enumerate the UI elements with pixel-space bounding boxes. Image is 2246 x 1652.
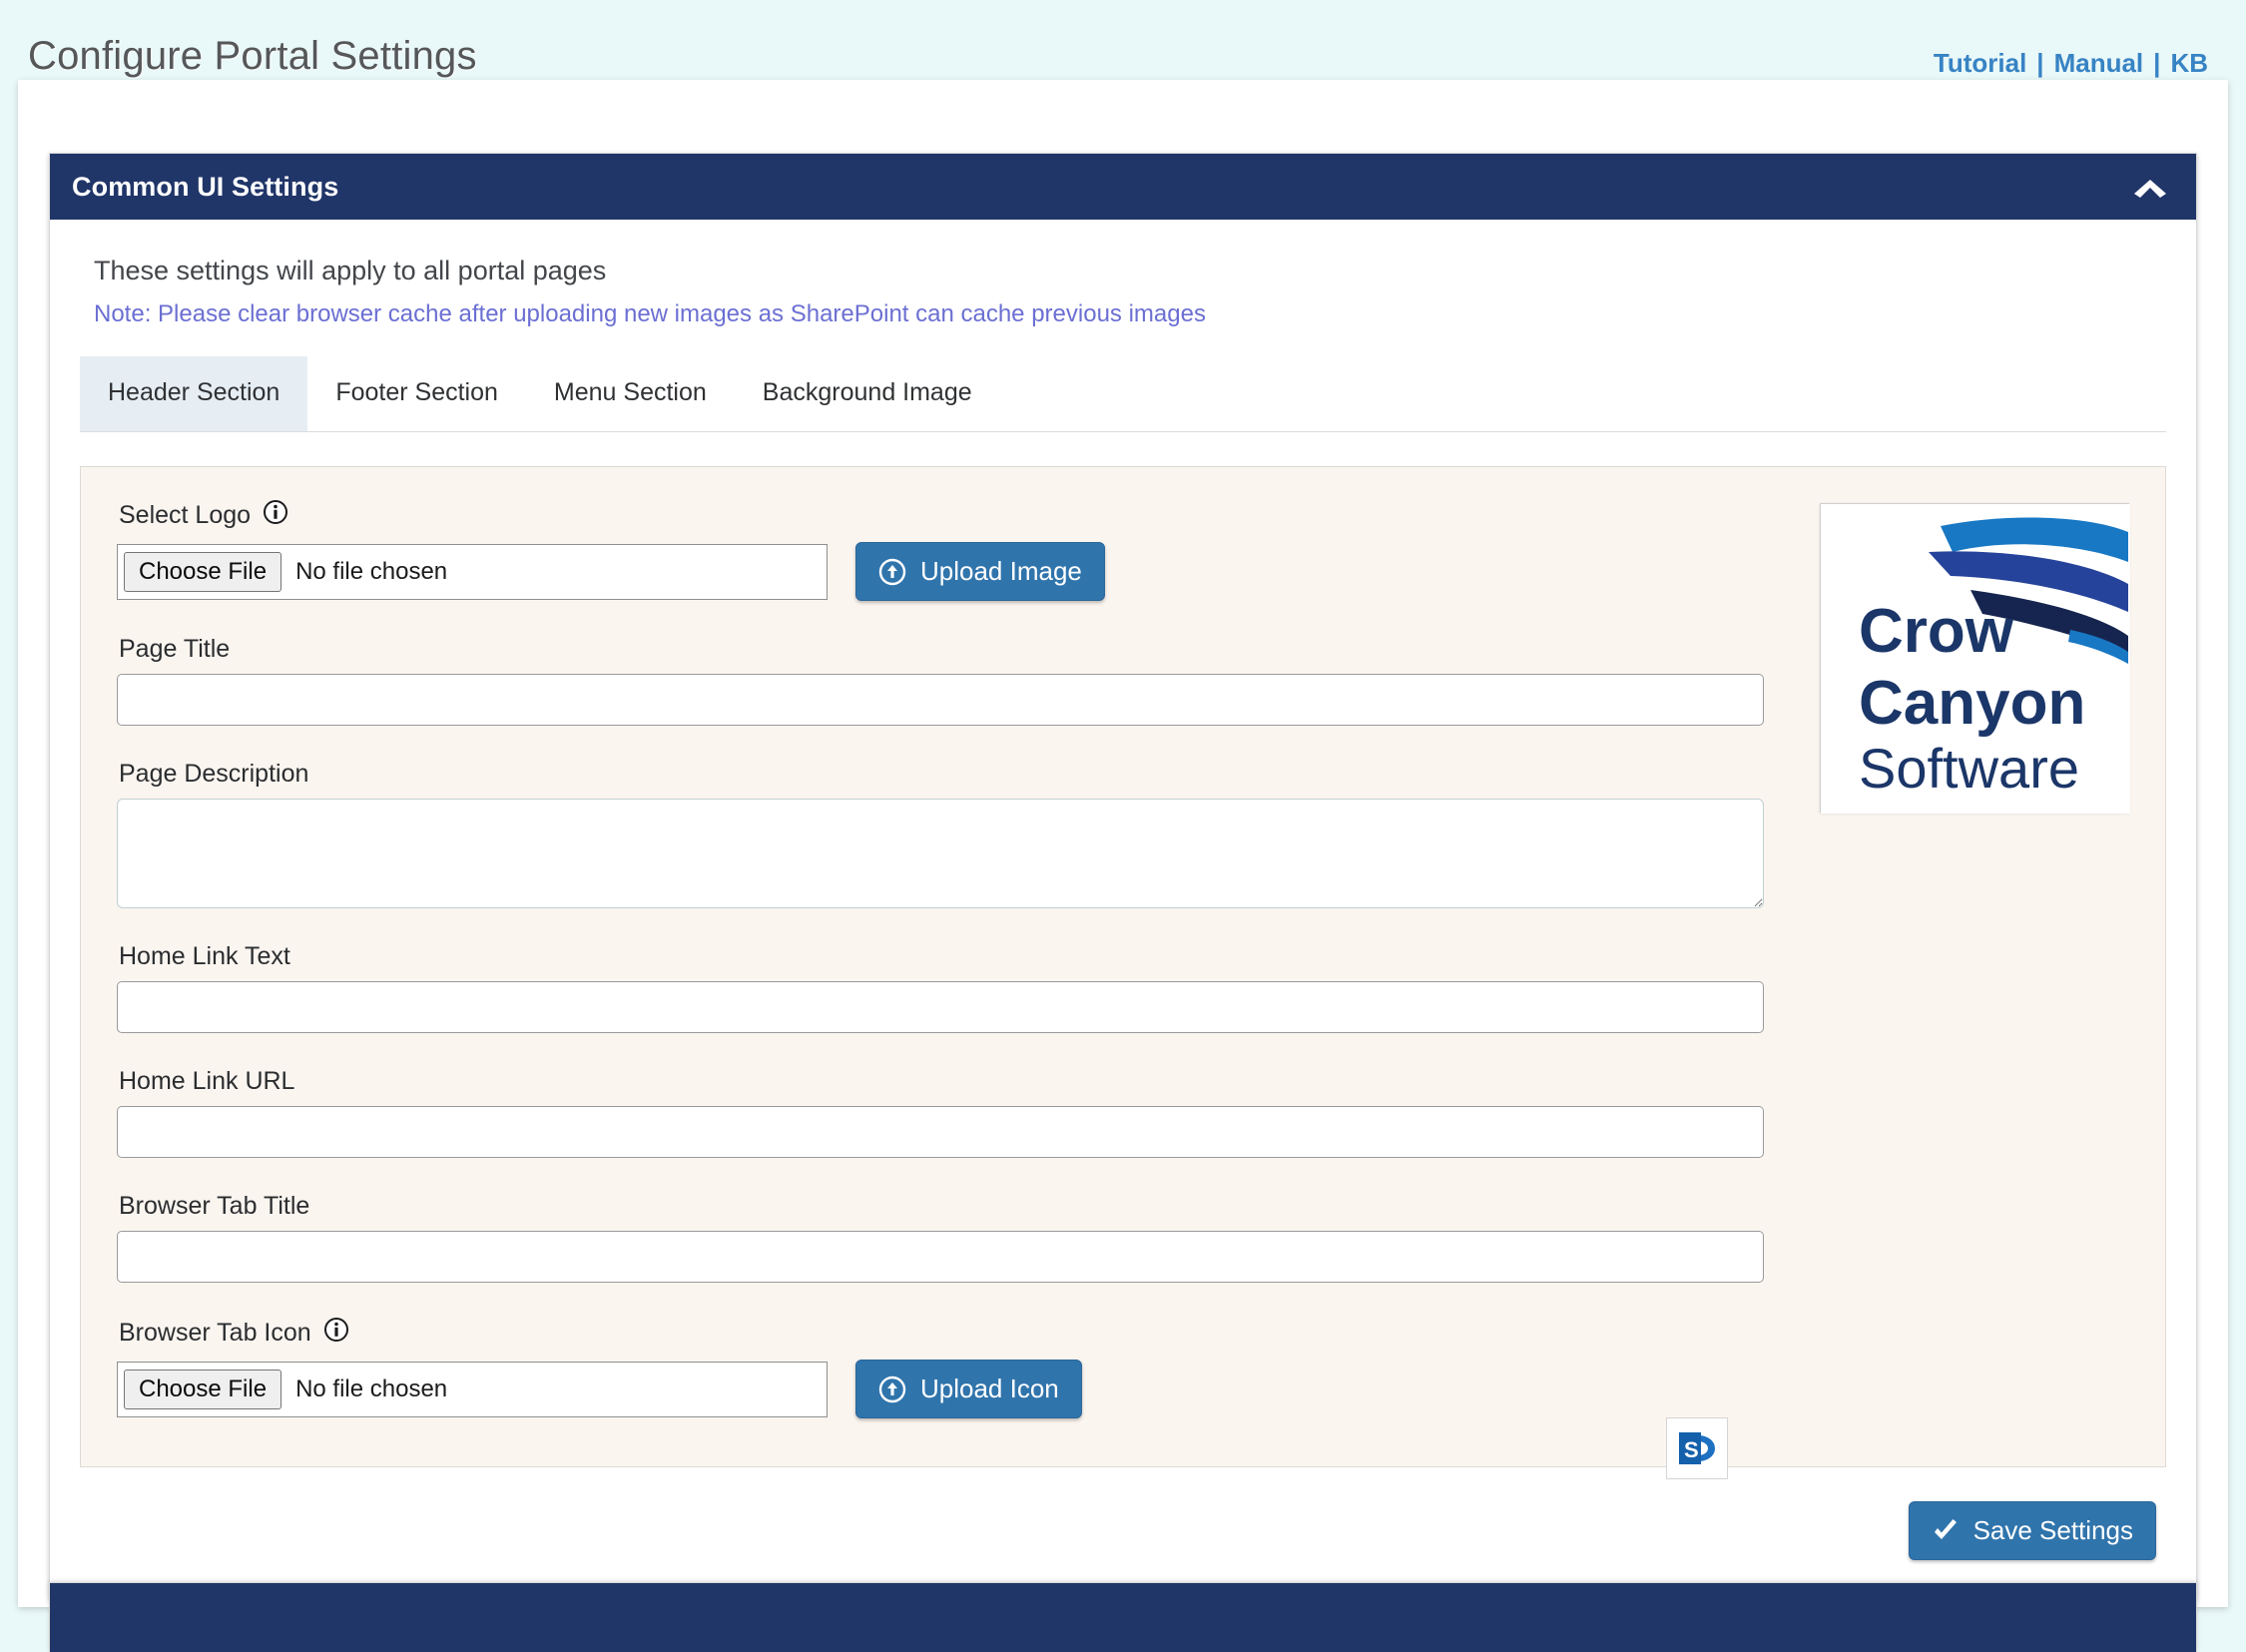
page-title-input[interactable]	[117, 674, 1764, 726]
kb-link[interactable]: KB	[2160, 48, 2218, 79]
home-link-text-label: Home Link Text	[119, 942, 290, 970]
link-separator-1: |	[2036, 48, 2044, 78]
panel-title: Common UI Settings	[72, 171, 339, 202]
next-panel-header[interactable]	[49, 1582, 2197, 1652]
upload-icon-button-label: Upload Icon	[920, 1374, 1059, 1403]
section-tabs: Header Section Footer Section Menu Secti…	[80, 356, 2166, 432]
logo-choose-file-button[interactable]: Choose File	[124, 551, 282, 592]
info-circle-icon[interactable]	[263, 499, 288, 532]
home-link-url-input[interactable]	[117, 1106, 1764, 1158]
favicon-preview: S S	[1666, 1417, 1728, 1479]
page-title: Configure Portal Settings	[28, 34, 477, 78]
favicon-choose-file-button[interactable]: Choose File	[124, 1369, 282, 1409]
favicon-file-input[interactable]: Choose File No file chosen	[117, 1361, 828, 1417]
home-link-url-field: Home Link URL	[117, 1067, 2125, 1158]
browser-tab-icon-upload-row: Choose File No file chosen Upload Icon	[117, 1360, 2125, 1418]
content-container: Common UI Settings These settings will a…	[18, 80, 2228, 1652]
svg-text:Crow: Crow	[1859, 597, 2014, 666]
check-icon	[1932, 1517, 1960, 1545]
chevron-up-icon[interactable]	[2130, 174, 2170, 200]
favicon-file-status: No file chosen	[295, 1375, 448, 1402]
svg-text:Canyon: Canyon	[1859, 669, 2085, 738]
svg-text:S: S	[1684, 1437, 1699, 1462]
upload-circle-icon	[878, 1376, 906, 1403]
tab-header-section[interactable]: Header Section	[80, 356, 308, 431]
browser-tab-icon-label-row: Browser Tab Icon	[119, 1317, 2125, 1350]
link-separator-2: |	[2153, 48, 2161, 78]
select-logo-label: Select Logo	[119, 501, 252, 529]
header-section-form: Select Logo Choose File No file chosen U…	[80, 466, 2166, 1479]
browser-tab-title-field: Browser Tab Title	[117, 1192, 2125, 1283]
header-links: Tutorial | Manual | KB	[1924, 48, 2218, 79]
panel-header[interactable]: Common UI Settings	[50, 154, 2196, 220]
save-settings-button[interactable]: Save Settings	[1908, 1501, 2156, 1560]
browser-tab-icon-field: Browser Tab Icon Choose File No file cho…	[117, 1317, 2125, 1418]
browser-tab-icon-label: Browser Tab Icon	[119, 1319, 311, 1347]
panel-body: These settings will apply to all portal …	[50, 220, 2196, 1598]
upload-icon-button[interactable]: Upload Icon	[855, 1360, 1082, 1418]
upload-image-button[interactable]: Upload Image	[855, 542, 1105, 601]
logo-preview: Crow Canyon Software Crow Canyon Softwar…	[1820, 503, 2130, 814]
upload-image-button-label: Upload Image	[920, 556, 1082, 586]
panel-lead-text: These settings will apply to all portal …	[94, 256, 607, 285]
page-description-textarea[interactable]	[117, 799, 1764, 908]
manual-link[interactable]: Manual	[2044, 48, 2154, 79]
info-circle-icon[interactable]	[323, 1317, 349, 1350]
home-link-text-field: Home Link Text	[117, 942, 2125, 1033]
svg-text:Software: Software	[1859, 737, 2079, 800]
panel-note-text: Note: Please clear browser cache after u…	[94, 300, 1206, 327]
browser-tab-title-label: Browser Tab Title	[119, 1192, 310, 1220]
home-link-text-input[interactable]	[117, 981, 1764, 1033]
browser-tab-title-input[interactable]	[117, 1231, 1764, 1283]
save-settings-label: Save Settings	[1972, 1515, 2133, 1545]
tab-menu-section[interactable]: Menu Section	[526, 356, 735, 431]
upload-circle-icon	[878, 558, 906, 586]
home-link-url-label: Home Link URL	[119, 1067, 295, 1095]
tab-footer-section[interactable]: Footer Section	[307, 356, 526, 431]
tutorial-link[interactable]: Tutorial	[1924, 48, 2036, 79]
logo-file-input[interactable]: Choose File No file chosen	[117, 543, 828, 600]
save-row: Save Settings	[80, 1467, 2166, 1568]
tab-background-image[interactable]: Background Image	[735, 356, 1000, 431]
common-ui-settings-panel: Common UI Settings These settings will a…	[49, 153, 2197, 1599]
logo-file-status: No file chosen	[295, 557, 448, 585]
